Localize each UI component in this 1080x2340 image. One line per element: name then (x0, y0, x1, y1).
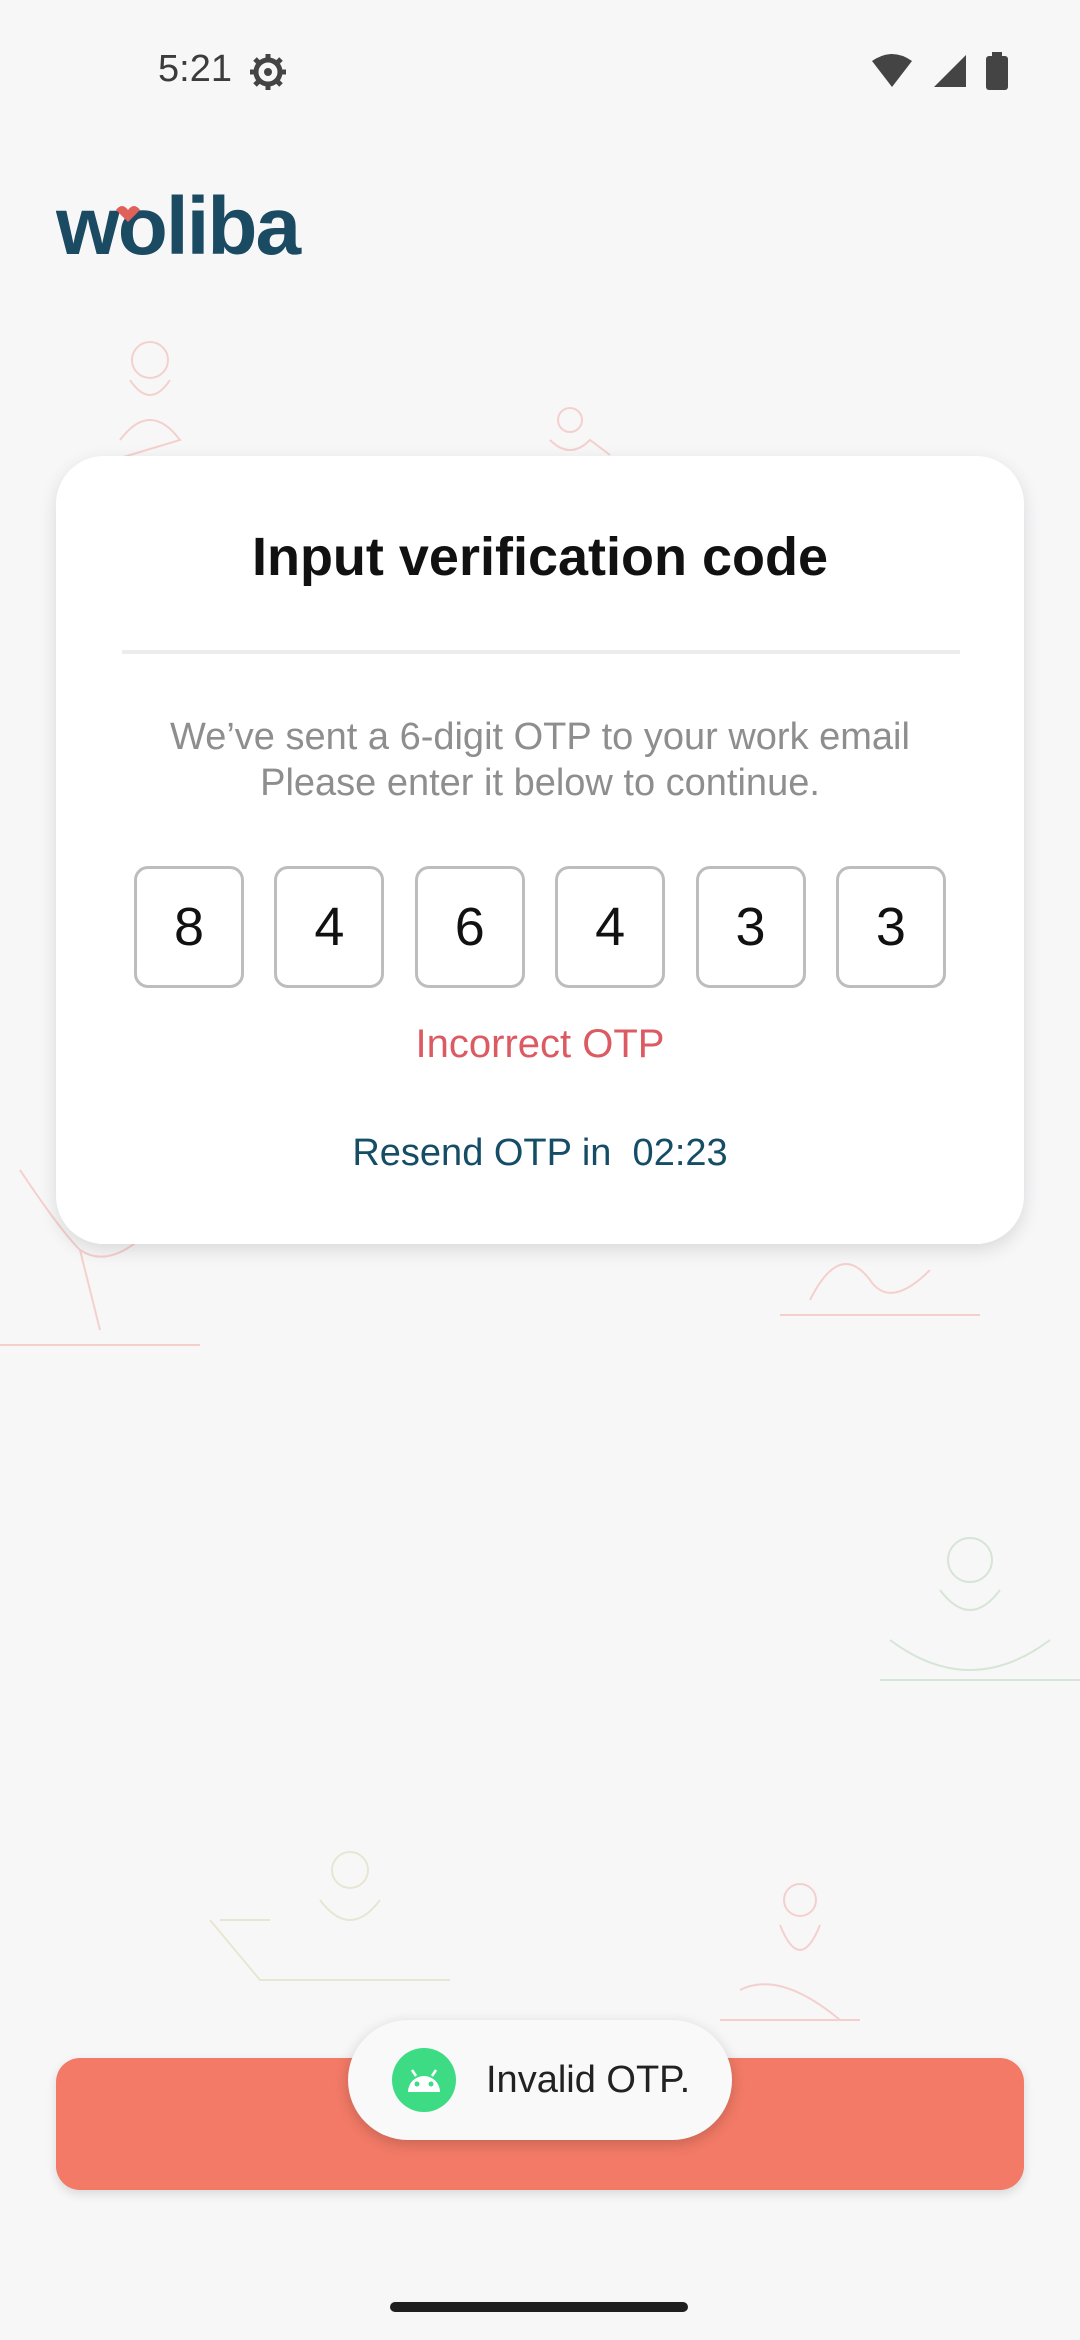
otp-digit-4[interactable]: 4 (555, 866, 666, 988)
settings-gear-icon (248, 52, 288, 97)
otp-digit-3[interactable]: 6 (414, 866, 525, 988)
battery-icon (986, 52, 1008, 95)
background-sketch-person-top-center (549, 407, 611, 456)
resend-otp-timer: Resend OTP in 02:23 (352, 1132, 728, 1174)
otp-digit-5[interactable]: 3 (695, 866, 806, 988)
status-icons (870, 52, 1008, 95)
title-divider (122, 650, 960, 654)
description-line-2: Please enter it below to continue. (260, 762, 820, 804)
background-sketch-person-laptop (209, 1851, 450, 1981)
cell-signal-icon (932, 53, 968, 94)
verification-card: Input verification code We’ve sent a 6-d… (56, 456, 1024, 1244)
home-indicator[interactable] (390, 2302, 688, 2312)
woliba-logo: woliba (55, 181, 366, 273)
toast-message: Invalid OTP. (348, 2020, 732, 2140)
background-sketch-person-eating (880, 1537, 1080, 1681)
background-sketch-person-sitting (720, 1883, 860, 2021)
otp-error-message: Incorrect OTP (415, 1022, 665, 1066)
otp-input-row: 8 4 6 4 3 3 (134, 866, 946, 988)
description-line-1: We’ve sent a 6-digit OTP to your work em… (170, 716, 910, 758)
otp-digit-2[interactable]: 4 (274, 866, 385, 988)
status-time: 5:21 (158, 48, 232, 90)
card-title: Input verification code (251, 527, 829, 587)
android-icon (392, 2048, 456, 2112)
status-bar: 5:21 (0, 0, 1080, 140)
otp-digit-6[interactable]: 3 (835, 866, 946, 988)
wifi-icon (870, 53, 914, 94)
otp-digit-1[interactable]: 8 (134, 866, 244, 988)
card-description: We’ve sent a 6-digit OTP to your work em… (56, 714, 1024, 806)
svg-text:woliba: woliba (56, 188, 303, 268)
toast-text: Invalid OTP. (486, 2058, 691, 2101)
